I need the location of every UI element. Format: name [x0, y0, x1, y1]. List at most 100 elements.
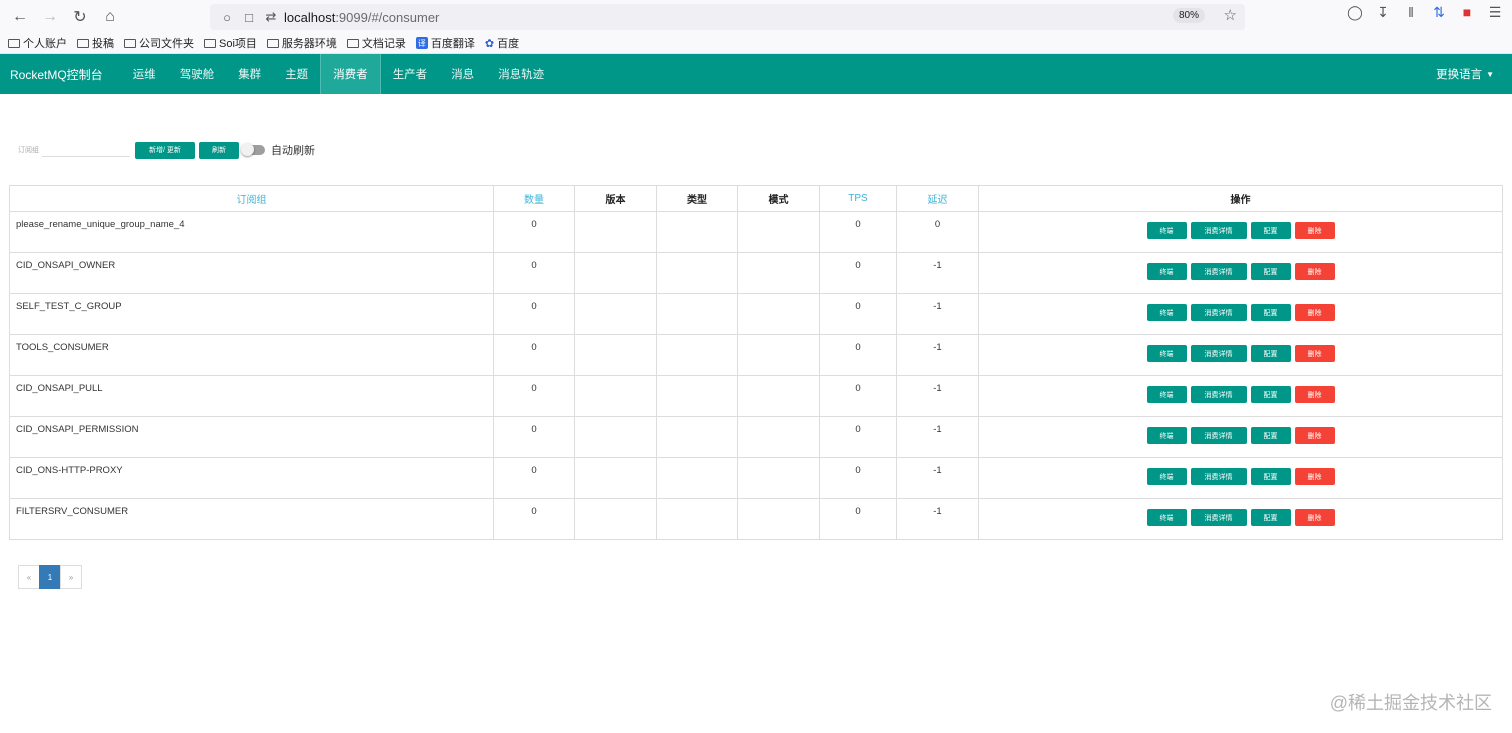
terminal-button[interactable]: 终端 [1146, 222, 1187, 239]
refresh-button[interactable]: 刷新 [199, 141, 239, 159]
pocket-icon[interactable]: ◯ [1346, 4, 1364, 21]
sync-icon[interactable]: ⇅ [1430, 4, 1448, 21]
page-current[interactable]: 1 [39, 565, 61, 589]
bookmark-star-icon[interactable]: ☆ [1224, 6, 1237, 24]
header-group[interactable]: 订阅组 [9, 185, 494, 212]
consume-detail-button[interactable]: 消费详情 [1190, 222, 1247, 239]
terminal-button[interactable]: 终端 [1146, 509, 1187, 526]
cell-type [656, 211, 738, 253]
delete-button[interactable]: 删除 [1294, 427, 1335, 444]
consume-detail-button[interactable]: 消费详情 [1190, 427, 1247, 444]
config-button[interactable]: 配置 [1250, 304, 1291, 321]
delete-button[interactable]: 删除 [1294, 304, 1335, 321]
reload-icon[interactable]: ↻ [66, 3, 94, 31]
language-dropdown[interactable]: 更换语言 ▼ [1436, 54, 1494, 94]
config-button[interactable]: 配置 [1250, 427, 1291, 444]
cell-mode [737, 457, 820, 499]
delete-button[interactable]: 删除 [1294, 345, 1335, 362]
page-next[interactable]: » [60, 565, 82, 589]
page-prev[interactable]: « [18, 565, 40, 589]
consume-detail-button[interactable]: 消费详情 [1190, 386, 1247, 403]
cell-mode [737, 211, 820, 253]
header-count[interactable]: 数量 [493, 185, 575, 212]
brand[interactable]: RocketMQ控制台 [0, 54, 113, 94]
delete-button[interactable]: 删除 [1294, 468, 1335, 485]
nav-item-message-trace[interactable]: 消息轨迹 [486, 54, 556, 94]
config-button[interactable]: 配置 [1250, 509, 1291, 526]
translate-icon: 译 [415, 37, 428, 49]
consume-detail-button[interactable]: 消费详情 [1190, 345, 1247, 362]
auto-refresh-toggle[interactable] [241, 143, 265, 156]
auto-refresh-label: 自动刷新 [271, 145, 315, 157]
terminal-button[interactable]: 终端 [1146, 263, 1187, 280]
bookmark-folder[interactable]: 投稿 [77, 35, 114, 51]
terminal-button[interactable]: 终端 [1146, 304, 1187, 321]
table-row: FILTERSRV_CONSUMER 0 0 -1 终端 消费详情 配置 删除 [9, 498, 1503, 540]
config-button[interactable]: 配置 [1250, 386, 1291, 403]
cell-tps: 0 [819, 334, 897, 376]
consume-detail-button[interactable]: 消费详情 [1190, 468, 1247, 485]
header-type: 类型 [656, 185, 738, 212]
bookmark-folder[interactable]: 公司文件夹 [124, 35, 194, 51]
folder-icon [204, 38, 216, 48]
nav-item-dashboard[interactable]: 驾驶舱 [168, 54, 227, 94]
cell-tps: 0 [819, 457, 897, 499]
shield-icon[interactable]: ○ [218, 10, 236, 25]
menu-icon[interactable]: ☰ [1486, 4, 1504, 21]
consume-detail-button[interactable]: 消费详情 [1190, 509, 1247, 526]
cell-count: 0 [493, 375, 575, 417]
connection-icon[interactable]: ⇄ [262, 9, 280, 25]
terminal-button[interactable]: 终端 [1146, 468, 1187, 485]
config-button[interactable]: 配置 [1250, 222, 1291, 239]
library-icon[interactable]: ‖ [1402, 4, 1420, 21]
config-button[interactable]: 配置 [1250, 468, 1291, 485]
bookmark-folder[interactable]: 服务器环境 [266, 35, 337, 51]
nav-item-topic[interactable]: 主题 [273, 54, 320, 94]
nav-item-producer[interactable]: 生产者 [381, 54, 440, 94]
delete-button[interactable]: 删除 [1294, 386, 1335, 403]
consume-detail-button[interactable]: 消费详情 [1190, 304, 1247, 321]
nav-item-cluster[interactable]: 集群 [226, 54, 273, 94]
zoom-level[interactable]: 80% [1172, 8, 1205, 23]
delete-button[interactable]: 删除 [1294, 509, 1335, 526]
extension-icon[interactable]: ■ [1458, 4, 1476, 21]
nav-item-ops[interactable]: 运维 [121, 54, 168, 94]
home-icon[interactable]: ⌂ [96, 3, 124, 31]
cell-version [574, 498, 657, 540]
group-search-input[interactable] [42, 143, 130, 157]
pagination: « 1 » [18, 565, 82, 589]
bookmark-folder[interactable]: Soi项目 [204, 35, 257, 51]
cell-group: TOOLS_CONSUMER [9, 334, 494, 376]
bookmark-link[interactable]: 译百度翻译 [415, 35, 475, 51]
cell-delay: -1 [896, 498, 979, 540]
cell-group: SELF_TEST_C_GROUP [9, 293, 494, 335]
config-button[interactable]: 配置 [1250, 345, 1291, 362]
download-icon[interactable]: ↧ [1374, 4, 1392, 21]
table-header-row: 订阅组 数量 版本 类型 模式 TPS 延迟 操作 [9, 185, 1503, 212]
bookmark-folder[interactable]: 文档记录 [346, 35, 406, 51]
delete-button[interactable]: 删除 [1294, 222, 1335, 239]
cell-type [656, 498, 738, 540]
consume-detail-button[interactable]: 消费详情 [1190, 263, 1247, 280]
cell-type [656, 252, 738, 294]
add-update-button[interactable]: 新增/ 更新 [135, 141, 195, 159]
terminal-button[interactable]: 终端 [1146, 427, 1187, 444]
header-delay[interactable]: 延迟 [896, 185, 979, 212]
bookmark-link[interactable]: ✿ 百度 [485, 35, 519, 51]
header-mode: 模式 [737, 185, 820, 212]
delete-button[interactable]: 删除 [1294, 263, 1335, 280]
table-row: CID_ONSAPI_PERMISSION 0 0 -1 终端 消费详情 配置 删除 [9, 416, 1503, 458]
cell-ops: 终端 消费详情 配置 删除 [978, 375, 1503, 417]
address-bar[interactable]: ○ □ ⇄ localhost:9099/#/consumer 80% ☆ [210, 4, 1245, 30]
back-icon[interactable]: ← [6, 3, 34, 31]
bookmark-folder[interactable]: 个人账户 [8, 35, 67, 51]
language-label: 更换语言 [1436, 69, 1483, 81]
config-button[interactable]: 配置 [1250, 263, 1291, 280]
nav-item-consumer[interactable]: 消费者 [320, 54, 381, 94]
terminal-button[interactable]: 终端 [1146, 345, 1187, 362]
forward-icon[interactable]: → [36, 3, 64, 31]
terminal-button[interactable]: 终端 [1146, 386, 1187, 403]
nav-item-message[interactable]: 消息 [439, 54, 486, 94]
header-tps[interactable]: TPS [819, 185, 897, 212]
cell-tps: 0 [819, 252, 897, 294]
